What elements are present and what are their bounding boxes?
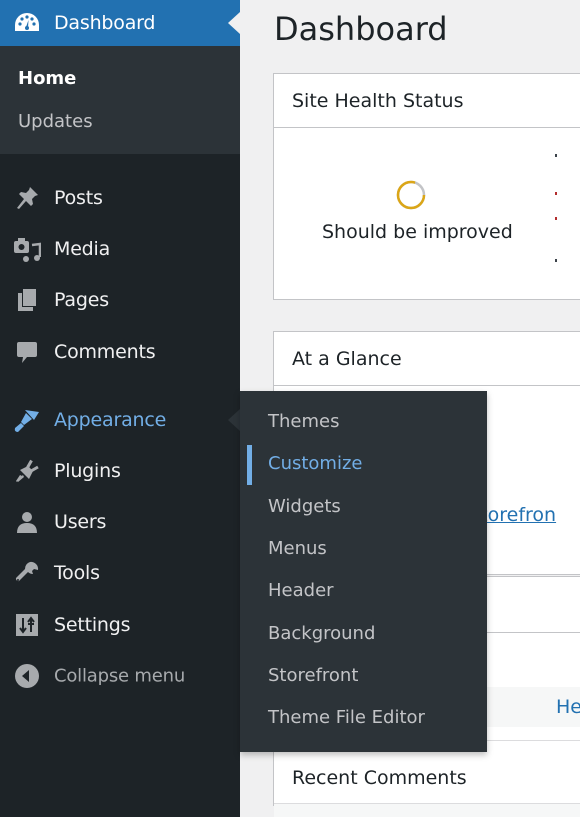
sidebar-item-comments[interactable]: Comments — [0, 326, 240, 377]
sidebar-item-label: Posts — [54, 186, 103, 209]
site-health-widget: Site Health Status Should be improved — [273, 73, 580, 300]
sidebar-item-label: Settings — [54, 613, 131, 636]
activity-tab-link[interactable]: He — [556, 696, 580, 718]
sidebar-item-media[interactable]: Media — [0, 223, 240, 274]
sliders-icon — [13, 611, 41, 639]
dashboard-gauge-icon — [13, 9, 41, 37]
health-status-text: Should be improved — [322, 221, 513, 243]
speech-bubble-icon — [13, 338, 41, 366]
truncated-text-fragment — [555, 217, 557, 220]
sidebar-item-label: Dashboard — [54, 12, 156, 34]
truncated-text-fragment — [555, 154, 557, 157]
flyout-item-customize[interactable]: Customize — [268, 453, 362, 474]
sidebar-item-label: Pages — [54, 288, 109, 311]
dashboard-submenu: Home Updates — [0, 46, 240, 154]
recent-comments-heading: Recent Comments — [292, 767, 467, 789]
admin-sidebar: Dashboard Home Updates Posts Media Pages… — [0, 0, 240, 817]
flyout-item-themes[interactable]: Themes — [268, 411, 339, 432]
current-menu-pointer — [228, 12, 240, 34]
sidebar-item-label: Tools — [54, 561, 100, 584]
appearance-flyout-submenu: Themes Customize Widgets Menus Header Ba… — [240, 391, 487, 752]
media-camera-music-icon — [13, 235, 41, 263]
sidebar-item-dashboard[interactable]: Dashboard — [0, 0, 240, 46]
sidebar-item-settings[interactable]: Settings — [0, 599, 240, 650]
plug-icon — [13, 457, 41, 485]
widget-title: At a Glance — [292, 347, 402, 370]
sidebar-item-label: Media — [54, 237, 111, 260]
collapse-menu-label: Collapse menu — [54, 665, 186, 686]
flyout-item-theme-file-editor[interactable]: Theme File Editor — [268, 707, 425, 728]
paintbrush-icon — [13, 406, 41, 434]
flyout-item-background[interactable]: Background — [268, 623, 375, 644]
pushpin-icon — [13, 184, 41, 212]
widget-header: Site Health Status — [274, 74, 580, 128]
current-item-marker — [247, 445, 252, 485]
widget-title: Site Health Status — [292, 89, 464, 112]
sidebar-item-label: Appearance — [54, 408, 167, 431]
submenu-item-home[interactable]: Home — [18, 68, 76, 89]
collapse-menu-button[interactable]: Collapse menu — [0, 650, 240, 701]
sidebar-item-label: Comments — [54, 340, 156, 363]
sidebar-item-appearance[interactable]: Appearance — [0, 394, 240, 445]
truncated-text-fragment — [555, 192, 557, 195]
sidebar-item-label: Users — [54, 510, 107, 533]
wrench-icon — [13, 559, 41, 587]
widget-header: At a Glance — [274, 332, 580, 386]
pages-icon — [13, 286, 41, 314]
health-progress-ring-icon — [396, 180, 426, 210]
user-icon — [13, 508, 41, 536]
sidebar-item-pages[interactable]: Pages — [0, 274, 240, 325]
sidebar-item-posts[interactable]: Posts — [0, 172, 240, 223]
submenu-item-updates[interactable]: Updates — [18, 111, 93, 132]
flyout-item-widgets[interactable]: Widgets — [268, 496, 341, 517]
sidebar-item-plugins[interactable]: Plugins — [0, 445, 240, 496]
flyout-pointer — [228, 408, 240, 431]
flyout-item-header[interactable]: Header — [268, 580, 334, 601]
sidebar-item-users[interactable]: Users — [0, 496, 240, 547]
truncated-text-fragment — [555, 259, 557, 262]
page-title: Dashboard — [274, 10, 448, 48]
collapse-arrow-icon — [13, 662, 41, 690]
flyout-item-storefront[interactable]: Storefront — [268, 665, 358, 686]
section-footer — [274, 803, 580, 817]
sidebar-item-label: Plugins — [54, 459, 121, 482]
sidebar-item-tools[interactable]: Tools — [0, 547, 240, 598]
flyout-item-menus[interactable]: Menus — [268, 538, 327, 559]
